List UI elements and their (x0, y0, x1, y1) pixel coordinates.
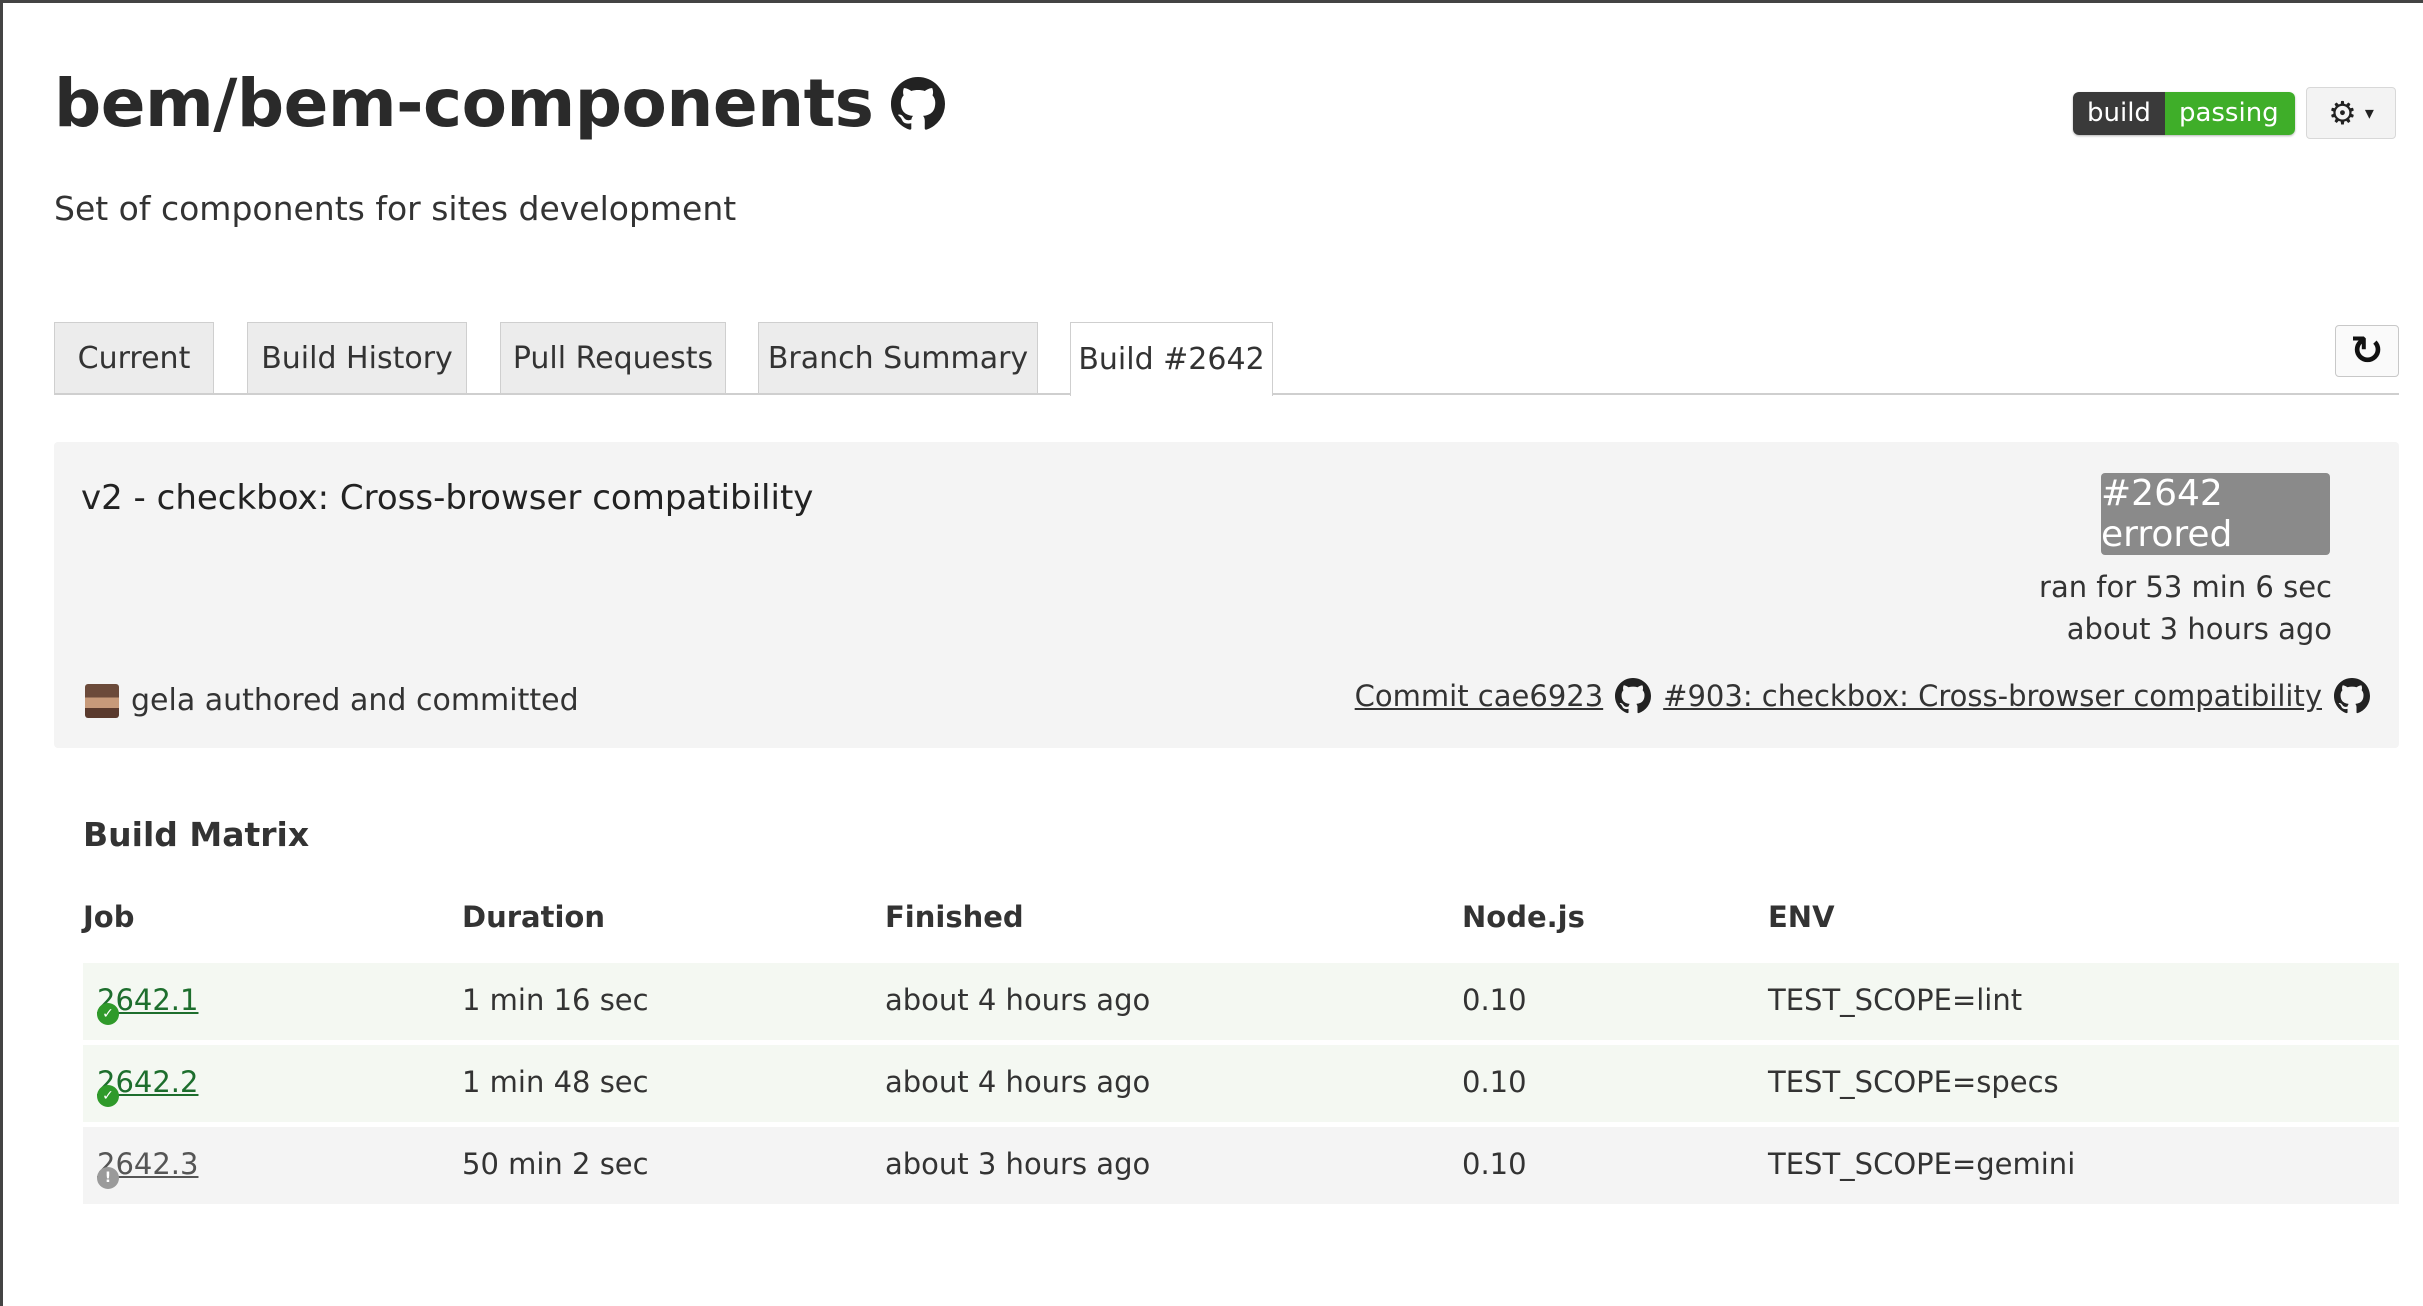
commit-message: v2 - checkbox: Cross-browser compatibili… (81, 478, 814, 518)
column-header-finished: Finished (885, 900, 1024, 934)
tab-build-history[interactable]: Build History (247, 322, 467, 393)
repo-name[interactable]: bem/bem-components (54, 65, 874, 142)
tab-build-2642[interactable]: Build #2642 (1070, 322, 1273, 396)
repo-title: bem/bem-components (54, 65, 946, 142)
job-finished: about 4 hours ago (885, 983, 1151, 1017)
job-node-version: 0.10 (1462, 1147, 1527, 1181)
tab-current[interactable]: Current (54, 322, 214, 393)
job-cell: ✓ 2642.1 (97, 983, 198, 1025)
job-env: TEST_SCOPE=specs (1768, 1065, 2059, 1099)
badge-value: passing (2164, 92, 2295, 135)
job-finished: about 3 hours ago (885, 1147, 1151, 1181)
tab-pull-requests[interactable]: Pull Requests (500, 322, 726, 393)
commit-author: gela authored and committed (85, 683, 579, 718)
matrix-header: Job Duration Finished Node.js ENV (83, 900, 2399, 940)
author-text: gela authored and committed (131, 683, 579, 718)
build-status-badge[interactable]: build passing (2073, 92, 2295, 135)
github-icon[interactable] (2334, 678, 2370, 714)
column-header-nodejs: Node.js (1462, 900, 1585, 934)
commit-link[interactable]: Commit cae6923 (1355, 679, 1604, 713)
job-env: TEST_SCOPE=gemini (1768, 1147, 2076, 1181)
tab-branch-summary[interactable]: Branch Summary (758, 322, 1038, 393)
build-duration: ran for 53 min 6 sec (2039, 570, 2332, 604)
badge-label: build (2073, 92, 2165, 135)
build-finished-time: about 3 hours ago (2066, 612, 2332, 646)
build-summary-panel: v2 - checkbox: Cross-browser compatibili… (54, 442, 2399, 748)
github-icon[interactable] (891, 76, 946, 131)
pull-request-link[interactable]: #903: checkbox: Cross-browser compatibil… (1663, 679, 2322, 713)
github-icon[interactable] (1615, 678, 1652, 714)
job-node-version: 0.10 (1462, 1065, 1527, 1099)
job-env: TEST_SCOPE=lint (1768, 983, 2023, 1017)
settings-menu-button[interactable]: ⚙ ▾ (2306, 87, 2396, 139)
column-header-job: Job (83, 900, 135, 934)
job-cell: ! 2642.3 (97, 1147, 198, 1189)
job-duration: 1 min 16 sec (462, 983, 649, 1017)
job-duration: 1 min 48 sec (462, 1065, 649, 1099)
chevron-down-icon: ▾ (2364, 102, 2374, 124)
check-circle-icon: ✓ (97, 1085, 119, 1107)
tab-bar: Current Build History Pull Requests Bran… (54, 322, 2399, 396)
build-matrix-title: Build Matrix (83, 815, 310, 854)
avatar (85, 683, 119, 718)
build-status-label: #2642 errored (2101, 473, 2330, 555)
table-row[interactable]: ! 2642.3 50 min 2 sec about 3 hours ago … (83, 1127, 2399, 1204)
job-finished: about 4 hours ago (885, 1065, 1151, 1099)
table-row[interactable]: ✓ 2642.2 1 min 48 sec about 4 hours ago … (83, 1045, 2399, 1122)
error-circle-icon: ! (97, 1167, 119, 1189)
refresh-button[interactable]: ↻ (2335, 325, 2399, 377)
travis-build-page: bem/bem-components Set of components for… (0, 0, 2423, 1306)
job-duration: 50 min 2 sec (462, 1147, 649, 1181)
column-header-duration: Duration (462, 900, 605, 934)
job-node-version: 0.10 (1462, 983, 1527, 1017)
check-circle-icon: ✓ (97, 1003, 119, 1025)
refresh-icon: ↻ (2350, 328, 2384, 374)
job-cell: ✓ 2642.2 (97, 1065, 198, 1107)
commit-links: Commit cae6923 #903: checkbox: Cross-bro… (1355, 678, 2370, 714)
column-header-env: ENV (1768, 900, 1835, 934)
table-row[interactable]: ✓ 2642.1 1 min 16 sec about 4 hours ago … (83, 963, 2399, 1040)
repo-description: Set of components for sites development (54, 189, 737, 228)
gear-icon: ⚙ (2328, 94, 2357, 132)
